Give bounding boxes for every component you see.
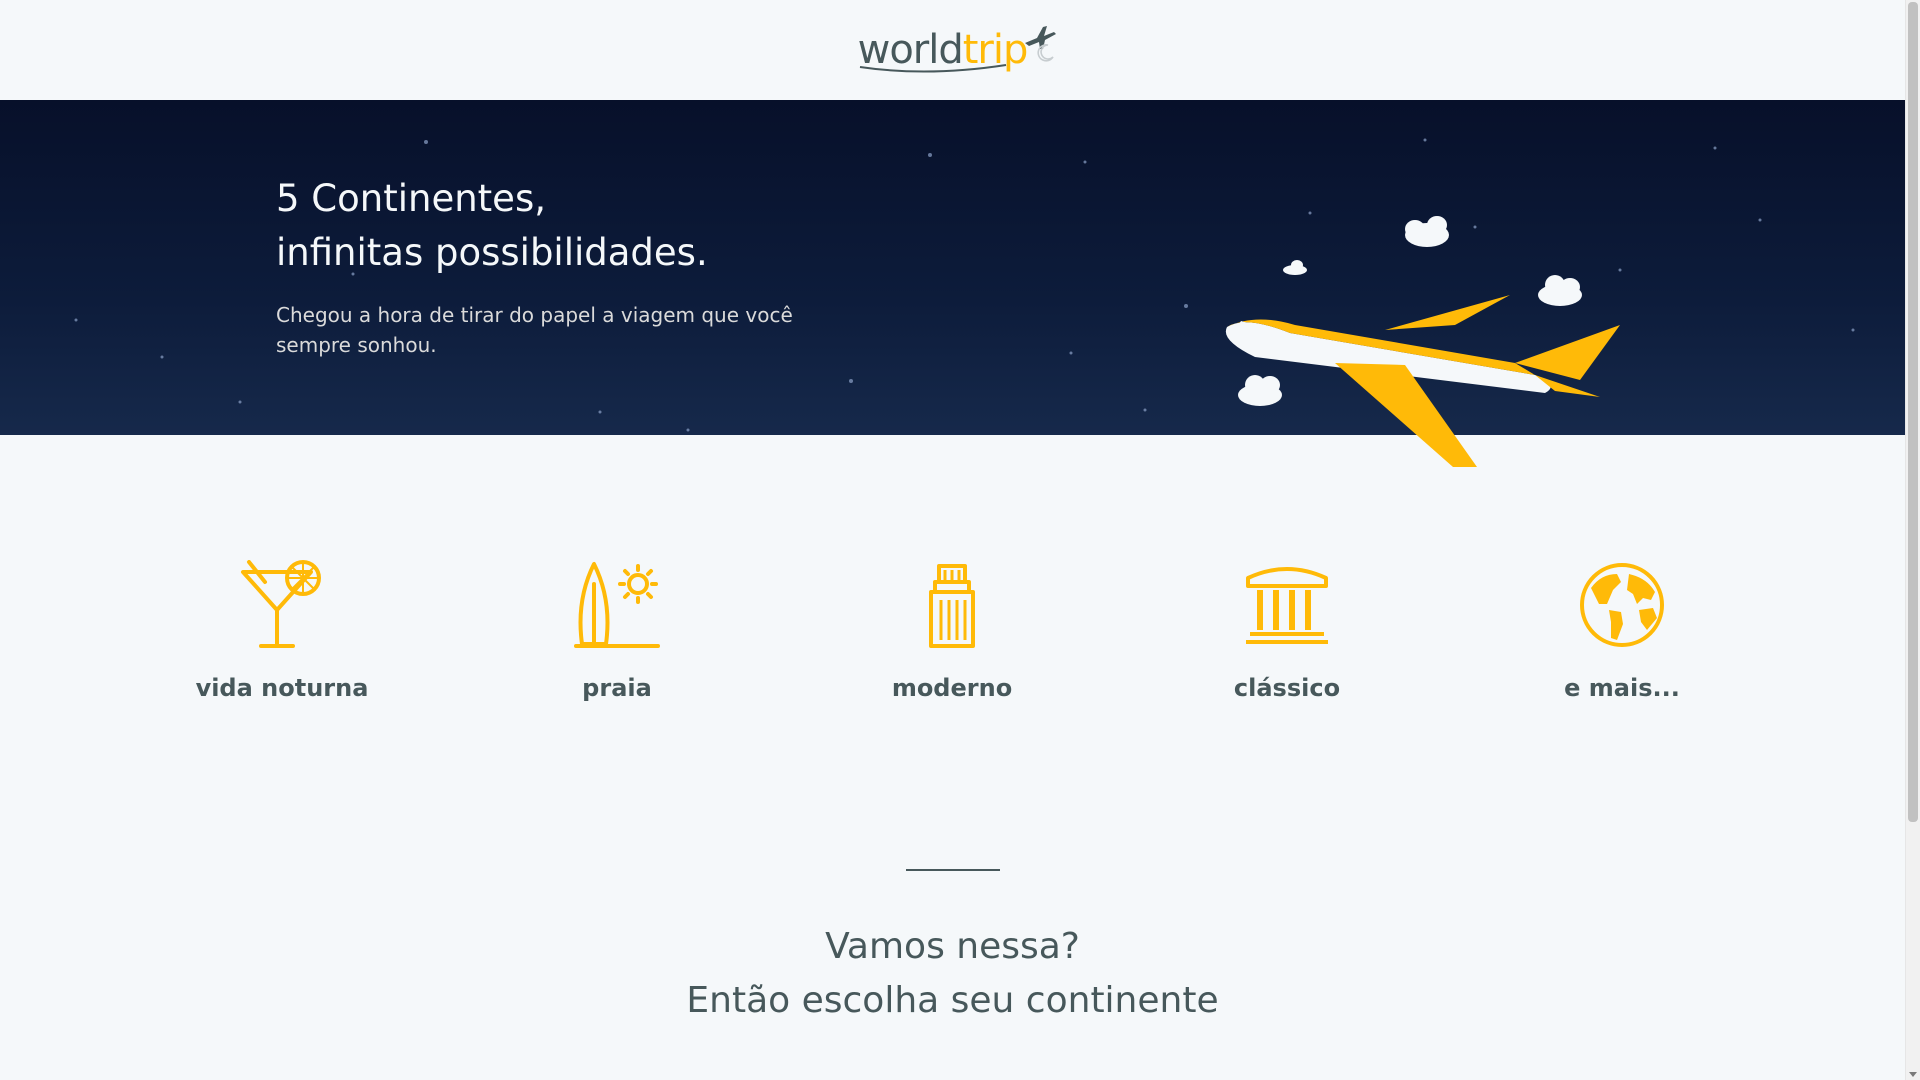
globe-icon — [1580, 563, 1664, 647]
scroll-down-arrow[interactable] — [1909, 1072, 1917, 1077]
banner-subtitle: Chegou a hora de tirar do papel a viagem… — [276, 303, 793, 357]
museum-icon — [1246, 567, 1328, 644]
travel-type-classic[interactable]: clássico — [1177, 560, 1397, 706]
travel-type-more[interactable]: e mais... — [1512, 560, 1732, 706]
travel-types: vida noturna praia moderno clássico e ma… — [0, 560, 1905, 750]
building-icon — [929, 564, 975, 648]
travel-type-label: vida noturna — [195, 674, 369, 702]
airplane-illustration — [1225, 216, 1620, 467]
cloud-icon — [1283, 260, 1307, 275]
cloud-icon — [1238, 375, 1282, 406]
hero-banner: 5 Continentes, infinitas possibilidades.… — [0, 100, 1905, 467]
travel-type-beach[interactable]: praia — [507, 560, 727, 706]
scrollbar-thumb[interactable] — [1908, 2, 1918, 822]
cloud-icon — [1405, 216, 1449, 247]
surfboard-sun-icon — [574, 562, 660, 648]
moon-icon[interactable] — [1034, 42, 1056, 64]
banner-title-line2: infinitas possibilidades. — [276, 231, 708, 274]
travel-type-label: e mais... — [1564, 674, 1680, 702]
travel-type-label: moderno — [891, 674, 1013, 702]
site-header: world trip — [0, 0, 1905, 100]
cta-line1: Vamos nessa? — [825, 926, 1080, 967]
section-divider — [906, 869, 1000, 871]
page-scrollbar[interactable] — [1905, 0, 1920, 1080]
travel-type-label: praia — [582, 674, 652, 702]
continent-cta-heading: Vamos nessa? Então escolha seu continent… — [0, 920, 1905, 1028]
cocktail-icon — [241, 560, 321, 648]
travel-type-label: clássico — [1233, 674, 1341, 702]
banner-title: 5 Continentes, infinitas possibilidades. — [276, 172, 708, 280]
cta-line2: Então escolha seu continente — [686, 980, 1219, 1021]
banner-title-line1: 5 Continentes, — [276, 177, 546, 220]
logo-swoosh — [859, 64, 1006, 73]
travel-type-nightlife[interactable]: vida noturna — [172, 560, 392, 706]
worldtrip-logo[interactable]: world trip — [858, 26, 1057, 73]
travel-type-modern[interactable]: moderno — [842, 560, 1062, 706]
cloud-icon — [1538, 275, 1582, 306]
airplane-icon — [1225, 295, 1620, 467]
